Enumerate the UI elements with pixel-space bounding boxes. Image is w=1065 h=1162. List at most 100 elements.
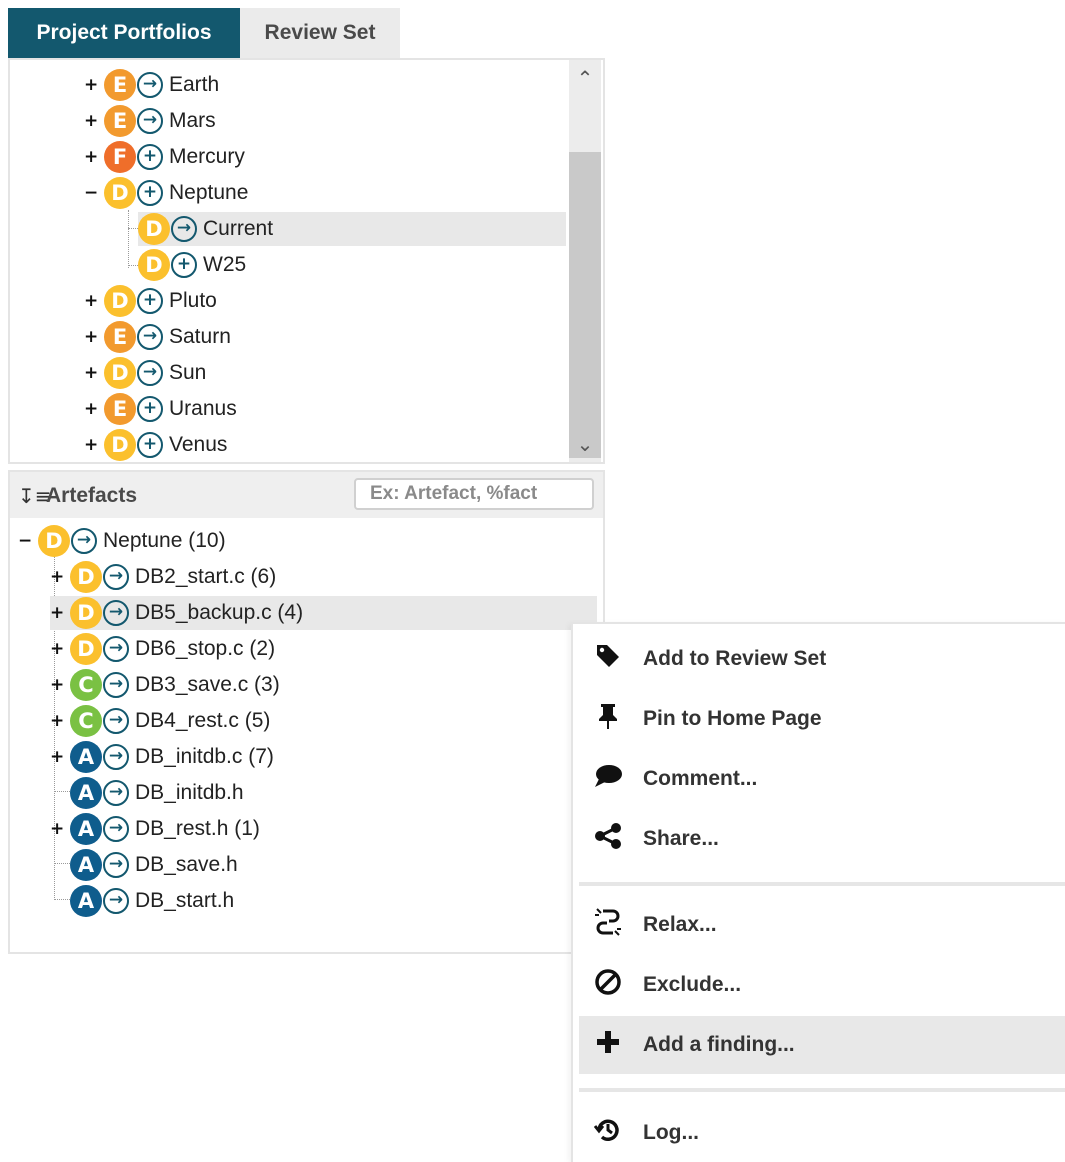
- tree-item-pluto[interactable]: + D + Pluto: [84, 284, 217, 318]
- expand-toggle[interactable]: +: [84, 111, 98, 131]
- expand-toggle[interactable]: +: [50, 747, 64, 767]
- artefact-root-neptune[interactable]: − D → Neptune (10): [18, 524, 226, 558]
- menu-item-log[interactable]: Log...: [579, 1104, 1065, 1162]
- grade-badge: E: [104, 69, 136, 101]
- tree-item-neptune[interactable]: − D + Neptune: [84, 176, 248, 210]
- expand-toggle[interactable]: +: [84, 363, 98, 383]
- tree-item-mars[interactable]: + E → Mars: [84, 104, 216, 138]
- trend-plus-icon: +: [137, 180, 163, 206]
- tree-item-mercury[interactable]: + F + Mercury: [84, 140, 245, 174]
- trend-arrow-icon: →: [103, 600, 129, 626]
- grade-badge: D: [104, 177, 136, 209]
- expand-toggle[interactable]: +: [50, 675, 64, 695]
- expand-toggle[interactable]: +: [50, 711, 64, 731]
- artefact-label: DB6_stop.c (2): [135, 637, 276, 660]
- menu-item-label: Share...: [643, 827, 719, 850]
- artefact-item[interactable]: + D → DB5_backup.c (4): [50, 596, 597, 630]
- tab-bar: Project Portfolios Review Set: [8, 8, 400, 58]
- artefact-search-input[interactable]: [354, 478, 594, 510]
- expand-toggle[interactable]: +: [50, 567, 64, 587]
- tab-review-set[interactable]: Review Set: [240, 8, 400, 58]
- exclude-icon: [583, 968, 633, 1003]
- grade-badge: D: [104, 429, 136, 461]
- expand-spacer: [50, 783, 64, 803]
- menu-item-exclude[interactable]: Exclude...: [579, 956, 1065, 1014]
- trend-arrow-icon: →: [137, 324, 163, 350]
- grade-badge: D: [70, 597, 102, 629]
- artefact-item[interactable]: + C → DB3_save.c (3): [50, 668, 280, 702]
- menu-item-label: Add a finding...: [643, 1033, 795, 1056]
- tree-item-current[interactable]: D → Current: [138, 212, 566, 246]
- expand-toggle[interactable]: +: [50, 639, 64, 659]
- menu-item-comment[interactable]: Comment...: [579, 750, 1065, 808]
- expand-toggle[interactable]: +: [84, 435, 98, 455]
- tree-item-label: Mars: [169, 109, 216, 132]
- tree-item-uranus[interactable]: + E + Uranus: [84, 392, 237, 426]
- artefact-item[interactable]: A → DB_save.h: [50, 848, 238, 882]
- grade-badge: C: [70, 669, 102, 701]
- trend-arrow-icon: →: [103, 744, 129, 770]
- artefacts-title: Artefacts: [46, 484, 138, 507]
- artefact-item[interactable]: + D → DB2_start.c (6): [50, 560, 276, 594]
- collapse-toggle[interactable]: −: [18, 531, 32, 551]
- scrollbar-thumb[interactable]: [569, 152, 601, 458]
- expand-spacer: [50, 855, 64, 875]
- relax-icon: [583, 907, 633, 944]
- trend-arrow-icon: →: [103, 780, 129, 806]
- expand-toggle[interactable]: +: [84, 291, 98, 311]
- menu-item-relax[interactable]: Relax...: [579, 896, 1065, 954]
- menu-item-share[interactable]: Share...: [579, 810, 1065, 868]
- tree-connector: [128, 210, 129, 268]
- share-icon: [583, 822, 633, 857]
- artefact-label: DB_initdb.h: [135, 781, 244, 804]
- tree-item-w25[interactable]: D + W25: [138, 248, 246, 282]
- trend-arrow-icon: →: [171, 216, 197, 242]
- expand-toggle[interactable]: +: [84, 147, 98, 167]
- scroll-up-chevron-icon[interactable]: ⌃: [569, 64, 601, 94]
- artefact-label: DB_rest.h (1): [135, 817, 260, 840]
- tree-item-label: Neptune: [169, 181, 249, 204]
- scroll-down-chevron-icon[interactable]: ⌄: [569, 430, 601, 460]
- menu-item-pin-to-home-page[interactable]: Pin to Home Page: [579, 690, 1065, 748]
- tab-project-portfolios[interactable]: Project Portfolios: [8, 8, 240, 58]
- grade-badge: A: [70, 885, 102, 917]
- menu-item-add-to-review-set[interactable]: Add to Review Set: [579, 630, 1065, 688]
- artefact-item[interactable]: + D → DB6_stop.c (2): [50, 632, 275, 666]
- collapse-toggle[interactable]: −: [84, 183, 98, 203]
- artefact-item[interactable]: + C → DB4_rest.c (5): [50, 704, 270, 738]
- tree-item-earth[interactable]: + E → Earth: [84, 68, 219, 102]
- artefact-item[interactable]: + A → DB_initdb.c (7): [50, 740, 274, 774]
- trend-plus-icon: +: [137, 432, 163, 458]
- artefact-item[interactable]: + A → DB_rest.h (1): [50, 812, 260, 846]
- expand-toggle[interactable]: +: [50, 603, 64, 623]
- tree-item-saturn[interactable]: + E → Saturn: [84, 320, 231, 354]
- expand-toggle[interactable]: +: [84, 399, 98, 419]
- artefact-label: DB2_start.c (6): [135, 565, 277, 588]
- expand-toggle[interactable]: +: [50, 819, 64, 839]
- trend-arrow-icon: →: [103, 636, 129, 662]
- expand-toggle[interactable]: +: [84, 75, 98, 95]
- grade-badge: A: [70, 777, 102, 809]
- artefact-label: DB_start.h: [135, 889, 235, 912]
- menu-separator: [579, 1088, 1065, 1092]
- artefact-item[interactable]: A → DB_start.h: [50, 884, 234, 918]
- grade-badge: D: [70, 633, 102, 665]
- tree-item-sun[interactable]: + D → Sun: [84, 356, 206, 390]
- grade-badge: A: [70, 849, 102, 881]
- menu-item-label: Exclude...: [643, 973, 742, 996]
- grade-badge: D: [70, 561, 102, 593]
- artefact-label: DB_save.h: [135, 853, 238, 876]
- tree-item-venus[interactable]: + D + Venus: [84, 428, 227, 462]
- grade-badge: D: [38, 525, 70, 557]
- tree-item-label: W25: [203, 253, 247, 276]
- expand-toggle[interactable]: +: [84, 327, 98, 347]
- grade-badge: C: [70, 705, 102, 737]
- grade-badge: D: [138, 213, 170, 245]
- vertical-scrollbar[interactable]: ⌃ ⌄: [569, 60, 601, 462]
- artefact-item[interactable]: A → DB_initdb.h: [50, 776, 244, 810]
- menu-item-add-a-finding[interactable]: Add a finding...: [579, 1016, 1065, 1074]
- grade-badge: E: [104, 105, 136, 137]
- tree-item-label: Sun: [169, 361, 207, 384]
- tree-item-label: Mercury: [169, 145, 245, 168]
- artefacts-panel: ↧≡ Artefacts − D → Neptune (10) + D → DB…: [8, 470, 605, 954]
